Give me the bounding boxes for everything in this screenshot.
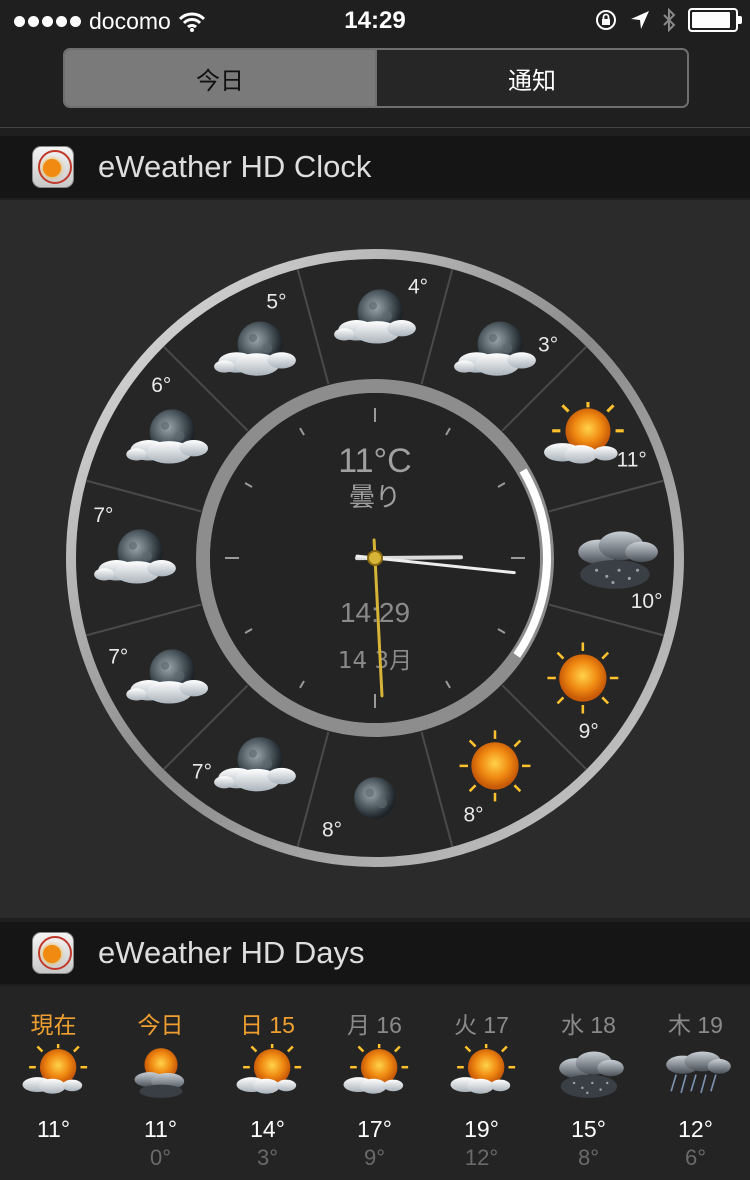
eweather-app-icon: [32, 146, 74, 188]
day-forecast: 月 16 17° 9°: [321, 986, 428, 1171]
weather-clock: 4° 3° 11° 10° 9° 8° 8° 7° 7° 7° 6° 5° 11°C 曇り 14:29…: [66, 249, 684, 867]
day-forecast: 今日 11° 0°: [107, 986, 214, 1171]
rotation-lock-icon: [596, 10, 616, 30]
clock-center-pin: [367, 550, 383, 566]
clock-widget: 4° 3° 11° 10° 9° 8° 8° 7° 7° 7° 6° 5° 11°C 曇り 14:29…: [0, 200, 750, 918]
day-low-temp: 0°: [149, 1145, 172, 1170]
day-label: 現在: [30, 1012, 77, 1038]
day-high-temp: 15°: [571, 1116, 606, 1142]
day-label: 火 17: [454, 1012, 509, 1038]
clock-widget-header[interactable]: eWeather HD Clock: [0, 136, 750, 198]
day-low-temp: 12°: [464, 1145, 499, 1170]
day-low-temp: 6°: [684, 1145, 707, 1170]
bluetooth-icon: [663, 8, 676, 32]
day-high-temp: 19°: [464, 1116, 499, 1142]
tab-notifications[interactable]: 通知: [375, 50, 687, 106]
battery-icon: [688, 8, 742, 32]
day-forecast: 日 15 14° 3°: [214, 986, 321, 1171]
partly-sunny-icon: [229, 1044, 307, 1102]
day-high-temp: 11°: [143, 1116, 178, 1142]
hour-temp: 8°: [464, 804, 484, 827]
day-low-temp: 8°: [577, 1145, 600, 1170]
day-forecast: 現在 11°: [0, 986, 107, 1145]
days-widget-header[interactable]: eWeather HD Days: [0, 922, 750, 984]
hour-temp: 7°: [192, 761, 212, 784]
hour-temp: 8°: [322, 819, 342, 842]
day-label: 水 18: [561, 1012, 616, 1038]
partly-sunny-icon: [443, 1044, 521, 1102]
day-label: 木 19: [668, 1012, 723, 1038]
divider: [0, 127, 750, 128]
day-label: 月 16: [347, 1012, 402, 1038]
days-forecast: 現在 11° 今日 11° 0° 日 15 14° 3° 月 16 17° 9° 火 17 19° 12°…: [0, 986, 750, 1180]
current-condition: 曇り: [349, 483, 401, 513]
status-bar: docomo 14:29: [0, 0, 750, 42]
day-forecast: 木 19 12° 6°: [642, 986, 749, 1171]
hour-temp: 9°: [579, 720, 599, 743]
tab-today[interactable]: 今日: [65, 50, 375, 106]
day-label: 日 15: [240, 1012, 295, 1038]
location-arrow-icon: [631, 11, 649, 29]
days-widget-title: eWeather HD Days: [98, 935, 365, 970]
day-high-temp: 12°: [678, 1116, 713, 1142]
status-bar-right: [594, 8, 742, 32]
partly-sunny-icon: [15, 1044, 93, 1102]
eweather-app-icon: [32, 932, 74, 974]
hour-temp: 7°: [108, 646, 128, 669]
partly-sunny-icon: [336, 1044, 414, 1102]
day-label: 今日: [137, 1012, 184, 1038]
day-high-temp: 14°: [250, 1116, 285, 1142]
day-forecast: 火 17 19° 12°: [428, 986, 535, 1171]
day-forecast: 水 18 15° 8°: [535, 986, 642, 1171]
day-high-temp: 11°: [36, 1116, 71, 1142]
day-high-temp: 17°: [357, 1116, 392, 1142]
hour-temp: 7°: [93, 504, 113, 527]
hour-temp: 11°: [617, 448, 647, 471]
day-low-temp: 3°: [256, 1145, 279, 1170]
rain-icon: [550, 1044, 628, 1102]
clock-widget-title: eWeather HD Clock: [98, 149, 372, 184]
hour-temp: 3°: [538, 333, 558, 356]
moon-icon: [354, 777, 396, 819]
hour-temp: 10°: [631, 590, 663, 613]
hour-temp: 4°: [408, 275, 428, 298]
digital-time: 14:29: [340, 597, 410, 628]
sun-rain-icon: [122, 1044, 200, 1102]
current-temperature: 11°C: [338, 442, 411, 480]
heavy-rain-icon: [657, 1044, 735, 1102]
day-low-temp: 9°: [363, 1145, 386, 1170]
hour-temp: 5°: [266, 290, 286, 313]
hour-temp: 6°: [151, 374, 171, 397]
current-date: 14 3月: [338, 648, 412, 674]
segmented-control: 今日 通知: [63, 48, 689, 108]
